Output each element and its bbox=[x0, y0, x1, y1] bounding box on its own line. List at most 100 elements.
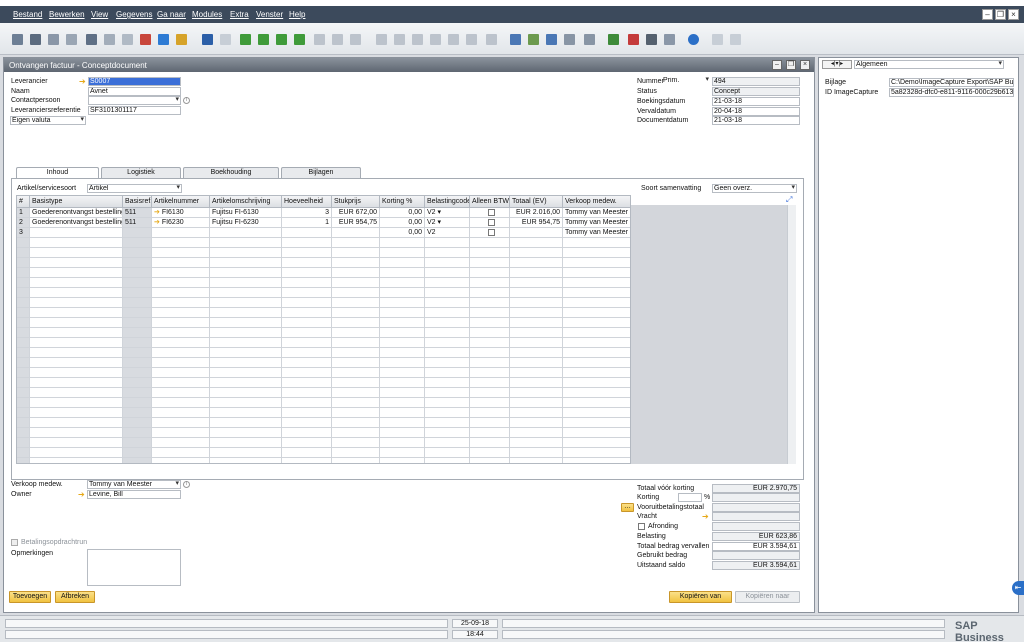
grid-empty-cell[interactable] bbox=[380, 358, 425, 368]
grid-empty-cell[interactable] bbox=[152, 368, 210, 378]
grid-empty-cell[interactable] bbox=[30, 318, 123, 328]
grid-empty-cell[interactable] bbox=[510, 408, 563, 418]
afbreken-button[interactable]: Afbreken bbox=[55, 591, 95, 603]
grid-cell[interactable]: EUR 2.016,00 bbox=[510, 208, 563, 218]
grid-empty-cell[interactable] bbox=[425, 398, 470, 408]
restore-icon[interactable]: ❐ bbox=[995, 9, 1006, 20]
grid-empty-cell[interactable] bbox=[510, 328, 563, 338]
grid-empty-cell[interactable] bbox=[332, 438, 380, 448]
tab-bijlagen[interactable]: Bijlagen bbox=[281, 167, 361, 178]
grid-empty-cell[interactable] bbox=[332, 458, 380, 463]
grid-empty-cell[interactable] bbox=[470, 338, 510, 348]
grid-empty-cell[interactable] bbox=[470, 328, 510, 338]
boekingsdatum-input[interactable]: 21-03-18 bbox=[712, 97, 800, 106]
grid-cell[interactable]: 511 bbox=[123, 218, 152, 228]
grid-empty-cell[interactable] bbox=[425, 458, 470, 463]
grid-empty-cell[interactable] bbox=[563, 418, 630, 428]
grid-empty-cell[interactable] bbox=[152, 458, 210, 463]
column-header[interactable]: Hoeveelheid bbox=[282, 196, 332, 208]
grid-empty-cell[interactable] bbox=[470, 388, 510, 398]
vervaldatum-input[interactable]: 20-04-18 bbox=[712, 107, 800, 116]
grid-empty-cell[interactable] bbox=[510, 348, 563, 358]
grid-empty-cell[interactable] bbox=[123, 318, 152, 328]
grid-empty-cell[interactable] bbox=[510, 248, 563, 258]
item-link-arrow-icon[interactable]: ➔ bbox=[154, 219, 162, 226]
gross-profit-icon[interactable] bbox=[448, 34, 459, 45]
minimize-icon[interactable]: – bbox=[982, 9, 993, 20]
afronding-checkbox[interactable] bbox=[638, 523, 645, 530]
grid-empty-cell[interactable] bbox=[380, 298, 425, 308]
grid-empty-cell[interactable] bbox=[210, 428, 282, 438]
grid-empty-cell[interactable] bbox=[510, 438, 563, 448]
grid-empty-cell[interactable] bbox=[563, 368, 630, 378]
layout-icon[interactable] bbox=[486, 34, 497, 45]
grid-empty-cell[interactable] bbox=[30, 438, 123, 448]
grid-cell[interactable] bbox=[282, 228, 332, 238]
grid-empty-cell[interactable] bbox=[332, 248, 380, 258]
grid-empty-cell[interactable] bbox=[470, 458, 510, 463]
vracht-link-arrow-icon[interactable]: ➔ bbox=[702, 513, 711, 521]
grid-empty-cell[interactable] bbox=[17, 448, 30, 458]
grid-empty-cell[interactable] bbox=[123, 328, 152, 338]
grid-empty-cell[interactable] bbox=[425, 258, 470, 268]
grid-empty-cell[interactable] bbox=[510, 258, 563, 268]
grid-cell[interactable] bbox=[210, 228, 282, 238]
kopieren-van-button[interactable]: Kopiëren van bbox=[669, 591, 732, 603]
grid-empty-cell[interactable] bbox=[425, 448, 470, 458]
settings-icon[interactable] bbox=[646, 34, 657, 45]
grid-empty-cell[interactable] bbox=[425, 328, 470, 338]
grid-empty-cell[interactable] bbox=[210, 378, 282, 388]
grid-empty-cell[interactable] bbox=[30, 338, 123, 348]
form-settings-icon[interactable] bbox=[730, 34, 741, 45]
grid-empty-cell[interactable] bbox=[332, 298, 380, 308]
grid-empty-cell[interactable] bbox=[282, 378, 332, 388]
grid-empty-cell[interactable] bbox=[152, 308, 210, 318]
grid-empty-cell[interactable] bbox=[152, 278, 210, 288]
grid-empty-cell[interactable] bbox=[425, 288, 470, 298]
grid-empty-cell[interactable] bbox=[282, 418, 332, 428]
journal-icon[interactable] bbox=[412, 34, 423, 45]
menu-bewerken[interactable]: Bewerken bbox=[49, 10, 85, 19]
grid-empty-cell[interactable] bbox=[425, 358, 470, 368]
grid-empty-cell[interactable] bbox=[470, 268, 510, 278]
grid-cell[interactable]: Fujitsu FI-6130 bbox=[210, 208, 282, 218]
grid-empty-cell[interactable] bbox=[380, 458, 425, 463]
close-icon[interactable]: × bbox=[1008, 9, 1019, 20]
opmerkingen-textarea[interactable] bbox=[87, 549, 181, 586]
fax-icon[interactable] bbox=[66, 34, 77, 45]
grid-empty-cell[interactable] bbox=[380, 248, 425, 258]
grid-empty-cell[interactable] bbox=[30, 428, 123, 438]
grid-empty-cell[interactable] bbox=[30, 298, 123, 308]
grid-empty-cell[interactable] bbox=[210, 318, 282, 328]
grid-empty-cell[interactable] bbox=[282, 358, 332, 368]
grid-empty-cell[interactable] bbox=[30, 258, 123, 268]
grid-empty-cell[interactable] bbox=[152, 388, 210, 398]
grid-empty-cell[interactable] bbox=[17, 268, 30, 278]
grid-empty-cell[interactable] bbox=[380, 308, 425, 318]
grid-empty-cell[interactable] bbox=[123, 388, 152, 398]
expand-icon[interactable]: ⤢ bbox=[786, 195, 792, 205]
grid-empty-cell[interactable] bbox=[210, 298, 282, 308]
grid-empty-cell[interactable] bbox=[332, 408, 380, 418]
grid-cell[interactable]: Tommy van Meester ▾ bbox=[563, 218, 630, 228]
grid-empty-cell[interactable] bbox=[282, 308, 332, 318]
menu-bestand[interactable]: Bestand bbox=[13, 10, 42, 19]
column-header[interactable]: # bbox=[17, 196, 30, 208]
grid-cell[interactable]: EUR 672,00 bbox=[332, 208, 380, 218]
grid-empty-cell[interactable] bbox=[30, 368, 123, 378]
grid-empty-cell[interactable] bbox=[332, 378, 380, 388]
naam-input[interactable]: Avnet bbox=[88, 87, 181, 96]
grid-cell[interactable] bbox=[470, 218, 510, 228]
grid-cell[interactable] bbox=[30, 228, 123, 238]
grid-cell[interactable]: 1 bbox=[17, 208, 30, 218]
grid-empty-cell[interactable] bbox=[380, 418, 425, 428]
grid-empty-cell[interactable] bbox=[510, 298, 563, 308]
payment-icon[interactable] bbox=[430, 34, 441, 45]
grid-empty-cell[interactable] bbox=[332, 348, 380, 358]
grid-empty-cell[interactable] bbox=[563, 438, 630, 448]
grid-empty-cell[interactable] bbox=[332, 418, 380, 428]
grid-empty-cell[interactable] bbox=[380, 378, 425, 388]
grid-empty-cell[interactable] bbox=[152, 288, 210, 298]
grid-cell[interactable] bbox=[332, 228, 380, 238]
grid-cell[interactable]: 1 bbox=[282, 218, 332, 228]
